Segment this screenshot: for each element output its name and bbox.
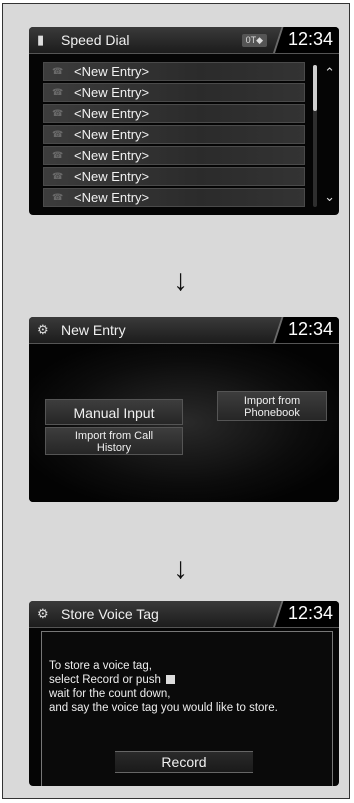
entry-icon: ☎	[52, 108, 64, 118]
clock: 12:34	[287, 319, 333, 339]
store-voice-tag-header: ⚙ Store Voice Tag 12:34	[29, 601, 339, 628]
new-entry-header: ⚙ New Entry 12:34	[29, 317, 339, 344]
entry-icon: ☎	[52, 66, 64, 76]
gear-icon: ⚙	[37, 606, 49, 621]
voice-tag-instructions: To store a voice tag, select Record or p…	[49, 660, 278, 714]
phone-icon: ▮	[37, 32, 45, 47]
page-title: Speed Dial	[61, 32, 130, 48]
list-item[interactable]: ☎ <New Entry>	[43, 125, 305, 144]
list-item[interactable]: ☎ <New Entry>	[43, 167, 305, 186]
manual-input-button[interactable]: Manual Input	[45, 399, 183, 425]
store-voice-tag-screen: ⚙ Store Voice Tag 12:34 To store a voice…	[29, 601, 339, 786]
entry-icon: ☎	[52, 129, 64, 139]
chevron-up-icon[interactable]: ⌃	[324, 65, 335, 81]
speed-dial-header: ▮ Speed Dial 0T◆ 12:34	[29, 27, 339, 54]
list-item[interactable]: ☎ <New Entry>	[43, 62, 305, 81]
chevron-down-icon[interactable]: ⌄	[324, 189, 335, 205]
list-item[interactable]: ☎ <New Entry>	[43, 104, 305, 123]
list-item[interactable]: ☎ <New Entry>	[43, 83, 305, 102]
clock: 12:34	[287, 29, 333, 49]
entry-icon: ☎	[52, 87, 64, 97]
talk-button-icon	[166, 675, 176, 684]
scrollbar-thumb[interactable]	[313, 65, 317, 111]
page-title: Store Voice Tag	[61, 606, 159, 622]
instruction-panel: ▮ Speed Dial 0T◆ 12:34 ☎ <New Entry> ☎ <Ne…	[2, 3, 350, 799]
record-button[interactable]: Record	[115, 751, 253, 773]
import-phonebook-button[interactable]: Import from Phonebook	[217, 391, 327, 421]
entry-icon: ☎	[52, 171, 64, 181]
new-entry-screen: ⚙ New Entry 12:34 Manual Input Import fr…	[29, 317, 339, 502]
list-item[interactable]: ☎ <New Entry>	[43, 188, 305, 207]
gear-icon: ⚙	[37, 322, 49, 337]
clock: 12:34	[287, 603, 333, 623]
import-call-history-button[interactable]: Import from Call History	[45, 427, 183, 455]
entry-icon: ☎	[52, 150, 64, 160]
page-title: New Entry	[61, 322, 126, 338]
entry-icon: ☎	[52, 192, 64, 202]
status-badge: 0T◆	[241, 34, 267, 47]
list-item[interactable]: ☎ <New Entry>	[43, 146, 305, 165]
speed-dial-screen: ▮ Speed Dial 0T◆ 12:34 ☎ <New Entry> ☎ <Ne…	[29, 27, 339, 215]
down-arrow-icon: ↓	[173, 552, 188, 585]
speed-dial-list: ☎ <New Entry> ☎ <New Entry> ☎ <New Entry> ☎…	[43, 62, 305, 209]
down-arrow-icon: ↓	[173, 264, 188, 297]
